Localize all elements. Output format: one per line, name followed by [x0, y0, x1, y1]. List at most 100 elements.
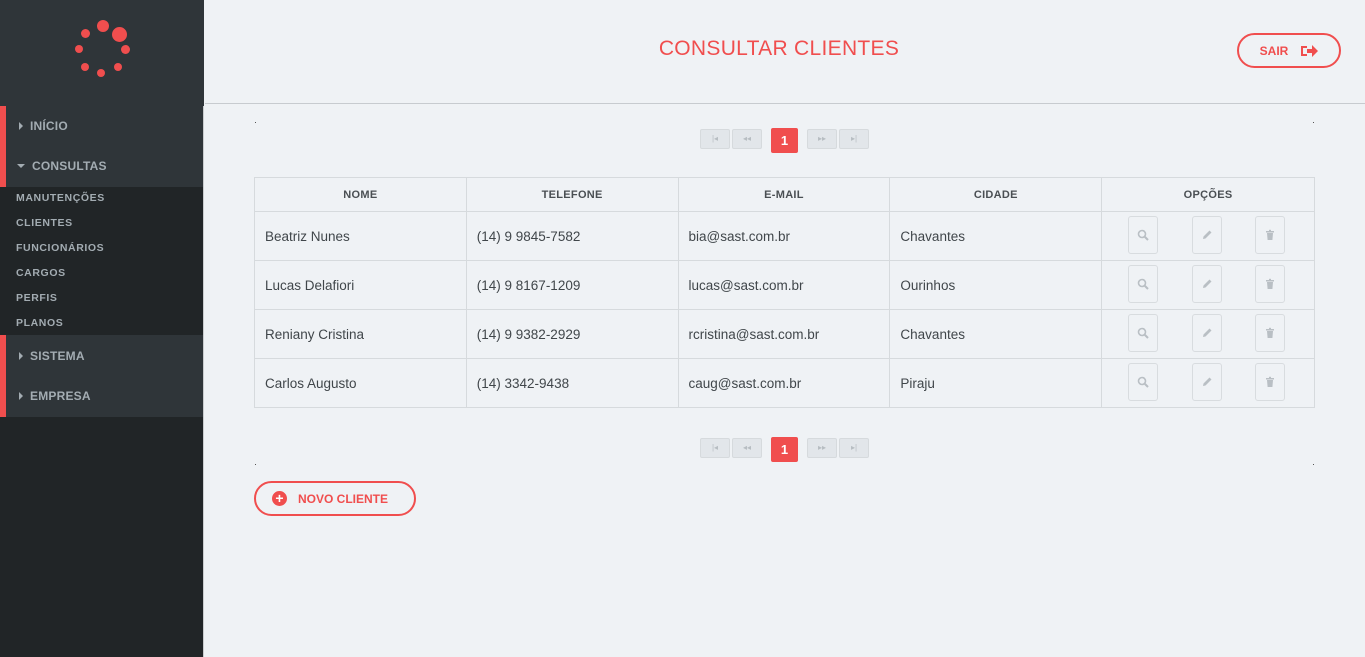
trash-icon — [1264, 229, 1276, 241]
column-header-nome[interactable]: NOME — [254, 177, 467, 212]
trash-icon — [1264, 327, 1276, 339]
cell-cidade: Chavantes — [889, 309, 1103, 359]
caret-right-icon — [19, 122, 23, 130]
caret-right-icon — [19, 392, 23, 400]
trash-icon — [1264, 278, 1276, 290]
cell-email: bia@sast.com.br — [677, 211, 891, 261]
row-actions — [1102, 359, 1314, 407]
first-page-icon[interactable]: |◂ — [700, 438, 730, 458]
sidebar: INÍCIO CONSULTAS MANUTENÇÕES CLIENTES FU… — [0, 0, 204, 657]
current-page-button[interactable]: 1 — [771, 128, 798, 153]
menu-item-sistema[interactable]: SISTEMA — [19, 336, 85, 376]
edit-icon — [1201, 327, 1213, 339]
current-page-button[interactable]: 1 — [771, 437, 798, 462]
plus-circle-icon: + — [272, 491, 287, 506]
column-header-cidade[interactable]: CIDADE — [889, 177, 1103, 212]
view-button[interactable] — [1128, 363, 1159, 401]
logout-label: SAIR — [1259, 43, 1289, 58]
logout-icon — [1301, 44, 1319, 57]
submenu-item-clientes[interactable]: CLIENTES — [16, 211, 73, 236]
view-button[interactable] — [1128, 314, 1159, 352]
table-row[interactable]: Carlos Augusto (14) 3342-9438 caug@sast.co… — [254, 358, 1315, 408]
last-page-icon[interactable]: ▸| — [839, 438, 869, 458]
prev-page-icon[interactable]: ◂◂ — [732, 438, 762, 458]
cell-nome: Reniany Cristina — [254, 309, 467, 359]
cell-cidade: Chavantes — [889, 211, 1103, 261]
search-icon — [1137, 278, 1149, 290]
cell-opcoes — [1101, 211, 1315, 261]
search-icon — [1137, 327, 1149, 339]
menu-item-consultas[interactable]: CONSULTAS — [17, 146, 107, 186]
cell-opcoes — [1101, 309, 1315, 359]
cell-nome: Lucas Delafiori — [254, 260, 467, 310]
next-page-icon[interactable]: ▸▸ — [807, 438, 837, 458]
column-header-opcoes: OPÇÕES — [1101, 177, 1315, 212]
column-header-email[interactable]: E-MAIL — [677, 177, 891, 212]
column-header-telefone[interactable]: TELEFONE — [465, 177, 679, 212]
cell-email: lucas@sast.com.br — [677, 260, 891, 310]
delete-button[interactable] — [1255, 265, 1286, 303]
caret-down-icon — [17, 164, 25, 168]
menu-item-empresa[interactable]: EMPRESA — [19, 376, 91, 416]
prev-page-icon[interactable]: ◂◂ — [732, 129, 762, 149]
table-row[interactable]: Beatriz Nunes (14) 9 9845-7582 bia@sast.co… — [254, 211, 1315, 261]
delete-button[interactable] — [1255, 363, 1286, 401]
search-icon — [1137, 376, 1149, 388]
edit-button[interactable] — [1192, 314, 1223, 352]
menu-item-label: CONSULTAS — [32, 159, 107, 173]
edit-button[interactable] — [1192, 265, 1223, 303]
logout-button[interactable]: SAIR — [1237, 33, 1341, 68]
edit-button[interactable] — [1192, 216, 1223, 254]
logo-area — [0, 0, 204, 106]
table-header-row: NOME TELEFONE E-MAIL CIDADE OPÇÕES — [254, 177, 1315, 212]
row-actions — [1102, 310, 1314, 358]
table-row[interactable]: Lucas Delafiori (14) 9 8167-1209 lucas@sas… — [254, 260, 1315, 310]
next-page-icon[interactable]: ▸▸ — [807, 129, 837, 149]
cell-telefone: (14) 9 8167-1209 — [465, 260, 679, 310]
menu-item-label: INÍCIO — [30, 119, 68, 133]
menu-item-label: EMPRESA — [30, 389, 91, 403]
first-page-icon[interactable]: |◂ — [700, 129, 730, 149]
new-client-button[interactable]: + NOVO CLIENTE — [254, 481, 416, 516]
view-button[interactable] — [1128, 216, 1159, 254]
submenu-item-funcionarios[interactable]: FUNCIONÁRIOS — [16, 236, 104, 261]
pager-bottom: |◂ ◂◂ 1 ▸▸ ▸| — [700, 437, 870, 462]
submenu-item-cargos[interactable]: CARGOS — [16, 261, 66, 286]
edit-icon — [1201, 229, 1213, 241]
dot-marker — [255, 464, 256, 465]
search-icon — [1137, 229, 1149, 241]
cell-nome: Beatriz Nunes — [254, 211, 467, 261]
delete-button[interactable] — [1255, 314, 1286, 352]
menu-accent — [0, 335, 6, 417]
logo-spinner-icon — [72, 18, 134, 80]
cell-telefone: (14) 9 9382-2929 — [465, 309, 679, 359]
edit-icon — [1201, 376, 1213, 388]
caret-right-icon — [19, 352, 23, 360]
submenu-item-planos[interactable]: PLANOS — [16, 311, 63, 336]
cell-cidade: Ourinhos — [889, 260, 1103, 310]
cell-email: rcristina@sast.com.br — [677, 309, 891, 359]
cell-opcoes — [1101, 358, 1315, 408]
row-actions — [1102, 261, 1314, 309]
menu-block-bottom: SISTEMA EMPRESA — [0, 335, 203, 417]
pager-top: |◂ ◂◂ 1 ▸▸ ▸| — [700, 128, 870, 153]
page-title: CONSULTAR CLIENTES — [658, 37, 900, 60]
submenu-item-perfis[interactable]: PERFIS — [16, 286, 58, 311]
submenu-item-manutencoes[interactable]: MANUTENÇÕES — [16, 186, 105, 211]
delete-button[interactable] — [1255, 216, 1286, 254]
last-page-icon[interactable]: ▸| — [839, 129, 869, 149]
dot-marker — [1313, 122, 1314, 123]
view-button[interactable] — [1128, 265, 1159, 303]
cell-telefone: (14) 9 9845-7582 — [465, 211, 679, 261]
edit-icon — [1201, 278, 1213, 290]
submenu-consultas: MANUTENÇÕES CLIENTES FUNCIONÁRIOS CARGOS… — [0, 187, 203, 335]
dot-marker — [255, 122, 256, 123]
clients-table: NOME TELEFONE E-MAIL CIDADE OPÇÕES Beatr… — [254, 177, 1315, 408]
row-actions — [1102, 212, 1314, 260]
edit-button[interactable] — [1192, 363, 1223, 401]
menu-block-top: INÍCIO CONSULTAS — [0, 106, 203, 187]
cell-nome: Carlos Augusto — [254, 358, 467, 408]
trash-icon — [1264, 376, 1276, 388]
menu-item-inicio[interactable]: INÍCIO — [19, 106, 68, 146]
table-row[interactable]: Reniany Cristina (14) 9 9382-2929 rcristin… — [254, 309, 1315, 359]
